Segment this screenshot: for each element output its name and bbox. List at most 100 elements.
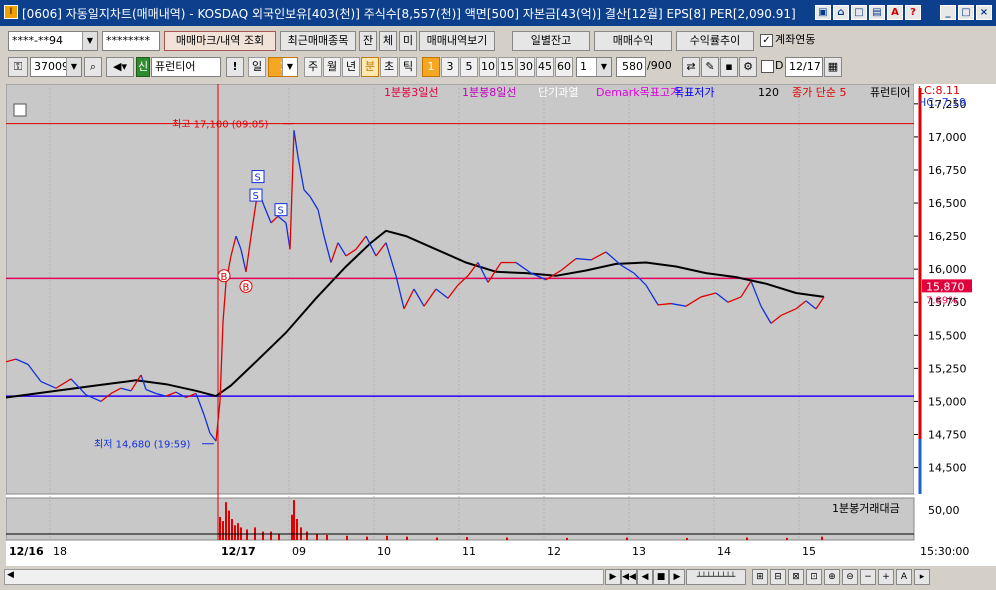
zoom-in-icon[interactable]: ⊕ [824,569,840,585]
period-month-button[interactable]: 월 [323,57,341,77]
app-icon: I [4,5,18,19]
x-axis-label: 14 [717,545,731,558]
period-week-button[interactable]: 주 [304,57,322,77]
sell-mark-label: S [253,191,259,202]
volume-bar [222,521,224,540]
chevron-down-icon[interactable]: ▼ [282,58,297,76]
speaker-icon[interactable]: ◀▾ [106,57,134,77]
play-button[interactable]: ▶ [669,569,685,585]
chevron-down-icon[interactable]: ▼ [66,58,81,76]
arrows-icon[interactable]: ⇄ [682,57,700,77]
frame-icon[interactable]: ⊡ [806,569,822,585]
minute-45-button[interactable]: 45 [536,57,554,77]
volume-bar [366,536,368,540]
buy-mark-label: B [243,282,250,293]
rewind-button[interactable]: ◀◀ [621,569,637,585]
grid-icon[interactable]: ⊞ [752,569,768,585]
high-annotation: 최고 17,100 (09:05) [172,119,268,131]
calendar-icon[interactable]: ▦ [824,57,842,77]
history-button[interactable]: 매매내역보기 [419,31,495,51]
volume-bar [246,529,248,540]
profit-button[interactable]: 매매수익 [594,31,672,51]
home-icon[interactable]: ⌂ [833,5,849,20]
custom-interval-select[interactable]: 1 ▼ [576,57,612,77]
zoom-ruler[interactable]: ┴┴┴┴┴┴┴┴ [686,569,746,585]
execution-button[interactable]: 체 [379,31,397,51]
list-icon[interactable]: ▤ [869,5,885,20]
trade-mark-button[interactable]: 매매마크/내역 조회 [164,31,276,51]
search-icon[interactable]: ⌕ [84,57,102,77]
minus-icon[interactable]: − [860,569,876,585]
x-axis-label: 18 [53,545,67,558]
password-input[interactable]: ******** [102,31,160,51]
text-icon[interactable]: A [896,569,912,585]
daily-balance-button[interactable]: 일별잔고 [512,31,590,51]
date-input[interactable]: 12/17 [785,57,823,77]
return-trend-button[interactable]: 수익률추이 [676,31,754,51]
period-second-button[interactable]: 초 [380,57,398,77]
period-year-button[interactable]: 년 [342,57,360,77]
font-icon[interactable]: A [887,5,903,20]
link-account-checkbox[interactable]: ✓ [760,34,773,47]
chevron-down-icon[interactable]: ▼ [82,32,97,50]
balance-button[interactable]: 잔 [359,31,377,51]
title-bar: I [0606] 자동일지차트(매매내역) - KOSDAQ 외국인보유[403… [0,0,996,26]
link-window-icon[interactable]: ▣ [815,5,831,20]
close-icon[interactable]: × [976,5,992,20]
help-icon[interactable]: ? [905,5,921,20]
maximize-icon[interactable]: □ [958,5,974,20]
legend-item: Demark목표고가 [596,86,680,99]
count-input[interactable]: 580 [616,57,646,77]
x-axis-label: 12/16 [9,545,44,558]
save-icon[interactable]: ▪ [720,57,738,77]
split-icon[interactable]: ⊠ [788,569,804,585]
custom-interval-value: 1 [580,60,587,73]
minute-60-button[interactable]: 60 [555,57,573,77]
scroll-right-button[interactable]: ▶ [605,569,621,585]
minute-30-button[interactable]: 30 [517,57,535,77]
alert-button[interactable]: ! [226,57,244,77]
last-time-label: 15:30:00 [920,545,969,558]
price-plot-area [5,83,915,495]
window-icon[interactable]: □ [851,5,867,20]
prev-button[interactable]: ◀ [637,569,653,585]
stock-code-input[interactable]: 370090 ▼ [30,57,82,77]
plus-icon[interactable]: + [878,569,894,585]
period-tick-button[interactable]: 틱 [399,57,417,77]
period-day-button[interactable]: 일 [248,57,266,77]
gear-icon[interactable]: ⚙ [739,57,757,77]
zoom-out-icon[interactable]: ⊖ [842,569,858,585]
d-checkbox[interactable] [761,60,774,73]
last-change-label: 7.89% [926,295,958,306]
volume-bar [326,534,328,540]
volume-legend: 1분봉거래대금 [832,502,900,515]
recent-items-button[interactable]: 최근매매종목 [280,31,356,51]
chart-scrollbar[interactable]: ◀ [4,569,604,585]
minute-3-button[interactable]: 3 [441,57,459,77]
toolbar-row-2: ⚿ 370090 ▼ ⌕ ◀▾ 신 퓨런티어 ! 일 1 ▼ 주 월 년 분 초… [0,56,996,82]
x-axis-label: 12/17 [221,545,256,558]
minute-15-button[interactable]: 15 [498,57,516,77]
expand-icon[interactable]: ▸ [914,569,930,585]
layout-icon[interactable]: ⊟ [770,569,786,585]
scroll-left-icon[interactable]: ◀ [7,570,14,580]
tool-icon[interactable]: ✎ [701,57,719,77]
period-day-select[interactable]: 1 ▼ [268,57,298,77]
key-icon[interactable]: ⚿ [8,57,28,77]
minimize-icon[interactable]: _ [940,5,956,20]
minute-5-button[interactable]: 5 [460,57,478,77]
chevron-down-icon[interactable]: ▼ [596,58,611,76]
volume-bar [228,510,230,540]
y-tick-label: 14,500 [928,462,967,475]
chart-area[interactable]: 17,250 17,000 16,750 16,500 16,250 16,000 15,7… [5,83,996,568]
account-select[interactable]: ****-**94 ▼ [8,31,98,51]
minute-10-button[interactable]: 10 [479,57,497,77]
period-minute-button[interactable]: 분 [361,57,379,77]
volume-bar [406,536,408,540]
price-chart[interactable]: 17,25017,00016,75016,50016,25016,00015,7… [5,83,996,568]
unexecuted-button[interactable]: 미 [399,31,417,51]
minute-1-button[interactable]: 1 [422,57,440,77]
y-tick-label: 16,500 [928,197,967,210]
stop-button[interactable]: ■ [653,569,669,585]
x-axis-label: 09 [292,545,306,558]
